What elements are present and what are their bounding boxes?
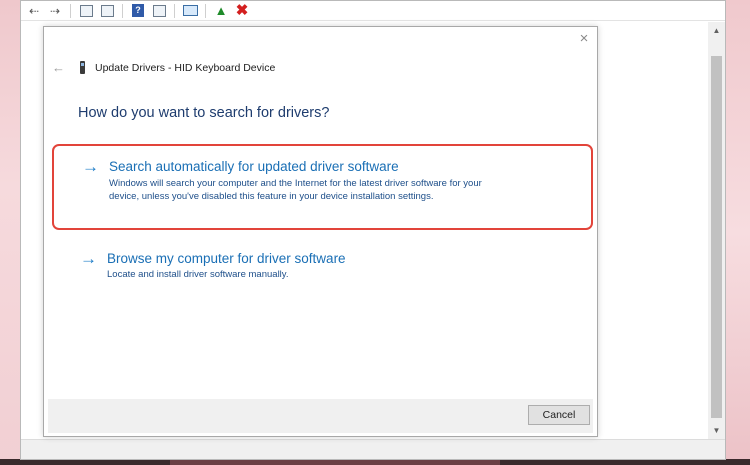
arrow-right-icon: →	[82, 157, 99, 176]
page-heading: How do you want to search for drivers?	[78, 105, 330, 121]
view-icon[interactable]	[150, 3, 168, 19]
monitor-icon[interactable]	[181, 3, 199, 19]
forward-icon[interactable]: ⇢	[46, 3, 64, 19]
option-title[interactable]: Browse my computer for driver software	[107, 251, 346, 266]
toolbar: ⇠ ⇢ ? ▲ ✖	[21, 1, 725, 21]
update-drivers-dialog: × ← Update Drivers - HID Keyboard Device…	[43, 26, 598, 437]
uninstall-icon[interactable]: ✖	[233, 3, 251, 19]
close-icon[interactable]: ×	[577, 31, 591, 46]
help-icon[interactable]: ?	[129, 3, 147, 19]
status-bar	[21, 439, 725, 459]
back-arrow-icon[interactable]: ←	[52, 60, 65, 75]
toolbar-separator	[205, 3, 206, 18]
dialog-footer: Cancel	[48, 399, 593, 433]
cancel-button[interactable]: Cancel	[528, 405, 590, 425]
option-title[interactable]: Search automatically for updated driver …	[109, 159, 399, 174]
keyboard-device-icon	[80, 61, 85, 74]
scroll-down-icon[interactable]: ▼	[708, 422, 725, 439]
dialog-title: Update Drivers - HID Keyboard Device	[95, 62, 276, 74]
arrow-right-icon: →	[80, 249, 97, 268]
back-icon[interactable]: ⇠	[25, 3, 43, 19]
show-hidden-icon[interactable]	[98, 3, 116, 19]
scroll-up-icon[interactable]: ▲	[708, 22, 725, 39]
properties-icon[interactable]	[77, 3, 95, 19]
option-description: Windows will search your computer and th…	[109, 178, 482, 202]
scroll-thumb[interactable]	[711, 56, 722, 418]
update-driver-icon[interactable]: ▲	[212, 3, 230, 19]
toolbar-separator	[122, 3, 123, 18]
option-description: Locate and install driver software manua…	[107, 269, 289, 280]
vertical-scrollbar[interactable]: ▲ ▼	[708, 22, 725, 439]
background-right	[724, 0, 750, 465]
toolbar-separator	[174, 3, 175, 18]
search-automatically-option[interactable]: → Search automatically for updated drive…	[52, 144, 593, 230]
toolbar-separator	[70, 3, 71, 18]
browse-computer-option[interactable]: → Browse my computer for driver software…	[52, 247, 593, 291]
